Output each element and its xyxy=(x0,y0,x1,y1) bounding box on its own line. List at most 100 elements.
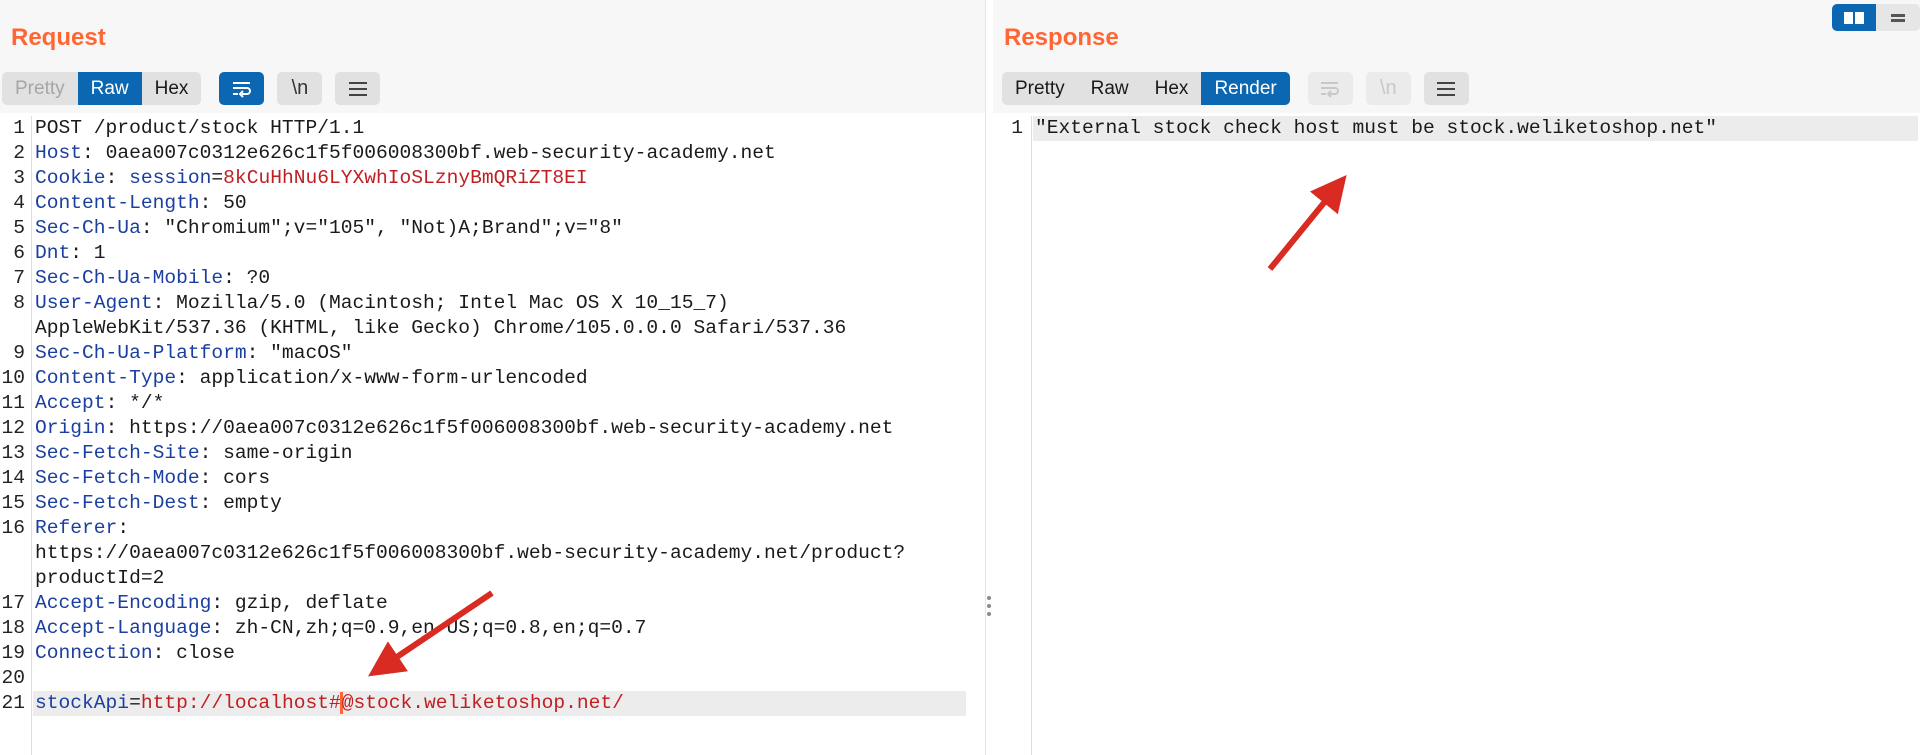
pane-resize-grip-icon[interactable] xyxy=(986,596,992,620)
header-name: Cookie xyxy=(35,167,106,189)
line-text: Content-Length: 50 xyxy=(35,191,247,216)
code-line: 11 Accept: */* xyxy=(0,391,985,416)
code-line: 17 Accept-Encoding: gzip, deflate xyxy=(0,591,985,616)
code-line: 4 Content-Length: 50 xyxy=(0,191,985,216)
header-name: Host xyxy=(35,142,83,164)
line-text: POST /product/stock HTTP/1.1 xyxy=(35,116,364,141)
menu-button[interactable] xyxy=(1423,72,1469,105)
header-value: : same-origin xyxy=(199,442,353,464)
line-text: Cookie: session=8kCuHhNu6LYXwhIoSLznyBmQ… xyxy=(35,166,588,191)
line-number: 12 xyxy=(1,417,25,439)
header-name: Connection xyxy=(35,642,153,664)
line-number: 14 xyxy=(1,467,25,489)
menu-button[interactable] xyxy=(335,72,381,105)
header-value: : application/x-www-form-urlencoded xyxy=(176,367,588,389)
param-value: http://localhost# xyxy=(140,692,341,714)
line-number: 1 xyxy=(1011,117,1023,139)
code-line: 18 Accept-Language: zh-CN,zh;q=0.9,en-US;… xyxy=(0,616,985,641)
code-line: 5 Sec-Ch-Ua: "Chromium";v="105", "Not)A;B… xyxy=(0,216,985,241)
cookie-equals: = xyxy=(211,167,224,189)
line-content: "External stock check host must be stock… xyxy=(1035,117,1717,139)
header-value: : close xyxy=(152,642,235,664)
line-number: 4 xyxy=(13,192,25,214)
line-text: productId=2 xyxy=(35,566,164,591)
cookie-value: 8kCuHhNu6LYXwhIoSLznyBmQRiZT8EI xyxy=(223,167,588,189)
header-name: Sec-Fetch-Dest xyxy=(35,492,200,514)
newline-button[interactable]: \n xyxy=(1365,72,1411,105)
request-pane: Request Pretty Raw Hex \n 1 POST /product/st… xyxy=(0,0,985,755)
tab-raw[interactable]: Raw xyxy=(77,72,142,105)
split-columns-icon[interactable] xyxy=(1832,4,1876,31)
request-editor[interactable]: 1 POST /product/stock HTTP/1.1 2 Host: 0aea… xyxy=(0,116,985,755)
header-value: : empty xyxy=(199,492,282,514)
cookie-name: session xyxy=(129,167,212,189)
menu-icon xyxy=(1436,81,1456,97)
line-text: Content-Type: application/x-www-form-url… xyxy=(35,366,588,391)
tab-hex[interactable]: Hex xyxy=(142,72,202,105)
header-name: Accept-Language xyxy=(35,617,212,639)
header-name: Content-Type xyxy=(35,367,177,389)
code-line: 6 Dnt: 1 xyxy=(0,241,985,266)
line-number: 8 xyxy=(13,292,25,314)
header-value: : "macOS" xyxy=(246,342,353,364)
code-line: 7 Sec-Ch-Ua-Mobile: ?0 xyxy=(0,266,985,291)
header-value: : "Chromium";v="105", "Not)A;Brand";v="8… xyxy=(140,217,623,239)
request-toolbar: Pretty Raw Hex \n xyxy=(2,72,381,105)
tab-render[interactable]: Render xyxy=(1201,72,1290,105)
wrapped-continuation: AppleWebKit/537.36 (KHTML, like Gecko) C… xyxy=(35,317,847,339)
request-title: Request xyxy=(11,24,106,51)
tab-raw[interactable]: Raw xyxy=(1078,72,1142,105)
gutter-divider xyxy=(1031,116,1032,755)
response-view-tabs: Pretty Raw Hex Render xyxy=(1002,72,1290,105)
line-text: https://0aea007c0312e626c1f5f006008300bf… xyxy=(35,541,905,566)
tab-hex[interactable]: Hex xyxy=(1142,72,1202,105)
code-line: 16 Referer: xyxy=(0,516,985,541)
line-number: 17 xyxy=(1,592,25,614)
header-value: : 0aea007c0312e626c1f5f006008300bf.web-s… xyxy=(82,142,776,164)
line-number: 16 xyxy=(1,517,25,539)
response-viewer[interactable]: 1 "External stock check host must be stoc… xyxy=(993,116,1920,755)
header-name: Dnt xyxy=(35,242,71,264)
code-line: 21 stockApi=http://localhost#@stock.welik… xyxy=(0,691,985,716)
tab-pretty[interactable]: Pretty xyxy=(2,72,78,105)
line-number: 5 xyxy=(13,217,25,239)
line-text: Accept: */* xyxy=(35,391,164,416)
header-value: : cors xyxy=(199,467,271,489)
code-line: productId=2 xyxy=(0,566,985,591)
line-text: Dnt: 1 xyxy=(35,241,106,266)
line-text: AppleWebKit/537.36 (KHTML, like Gecko) C… xyxy=(35,316,846,341)
line-text: Sec-Ch-Ua-Mobile: ?0 xyxy=(35,266,270,291)
param-value: @stock.weliketoshop.net/ xyxy=(341,692,624,714)
line-text: Accept-Encoding: gzip, deflate xyxy=(35,591,388,616)
response-toolbar: Pretty Raw Hex Render \n xyxy=(1002,72,1469,105)
line-number: 21 xyxy=(1,692,25,714)
code-line: 20 xyxy=(0,666,985,691)
wrap-lines-icon xyxy=(1319,80,1341,98)
header-name: User-Agent xyxy=(35,292,153,314)
tab-pretty[interactable]: Pretty xyxy=(1002,72,1078,105)
line-text: Connection: close xyxy=(35,641,235,666)
newline-icon: \n xyxy=(1379,77,1397,99)
header-value: : gzip, deflate xyxy=(211,592,388,614)
header-name: Sec-Fetch-Mode xyxy=(35,467,200,489)
param-name: stockApi xyxy=(35,692,130,714)
wrap-lines-button[interactable] xyxy=(1307,72,1353,105)
code-line: 10 Content-Type: application/x-www-form-u… xyxy=(0,366,985,391)
split-rows-icon[interactable] xyxy=(1876,4,1920,31)
request-view-tabs: Pretty Raw Hex xyxy=(2,72,202,105)
line-number: 6 xyxy=(13,242,25,264)
line-number: 2 xyxy=(13,142,25,164)
line-number: 3 xyxy=(13,167,25,189)
header-name: Origin xyxy=(35,417,106,439)
wrap-lines-button[interactable] xyxy=(219,72,265,105)
header-value: : */* xyxy=(105,392,165,414)
line-text: Referer: xyxy=(35,516,129,541)
layout-switch xyxy=(1832,4,1920,31)
code-line: AppleWebKit/537.36 (KHTML, like Gecko) C… xyxy=(0,316,985,341)
newline-button[interactable]: \n xyxy=(277,72,323,105)
header-name: Referer xyxy=(35,517,118,539)
line-text: Sec-Fetch-Dest: empty xyxy=(35,491,282,516)
line-number: 1 xyxy=(13,117,25,139)
line-text: User-Agent: Mozilla/5.0 (Macintosh; Inte… xyxy=(35,291,729,316)
line-text: Origin: https://0aea007c0312e626c1f5f006… xyxy=(35,416,893,441)
